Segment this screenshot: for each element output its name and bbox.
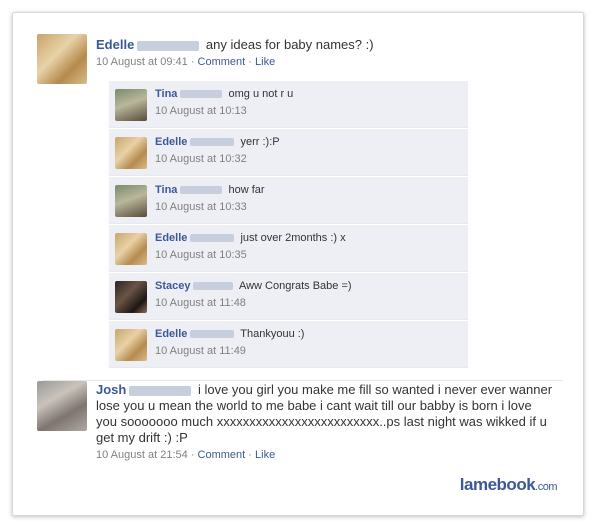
- comment-author[interactable]: Stacey: [155, 280, 190, 292]
- comment-time[interactable]: 10 August at 10:32: [155, 153, 247, 165]
- tina-avatar[interactable]: [115, 89, 147, 121]
- blurred-surname: [190, 138, 235, 147]
- post2-author[interactable]: Josh: [96, 382, 126, 397]
- meta-separator: ·: [248, 56, 252, 68]
- post2-body: Josh i love you girl you make me fill so…: [96, 382, 556, 446]
- comment-time[interactable]: 10 August at 10:35: [155, 249, 247, 261]
- stacey-avatar[interactable]: [115, 281, 147, 313]
- post-time[interactable]: 10 August at 09:41: [96, 56, 188, 68]
- edelle-avatar[interactable]: [115, 233, 147, 265]
- divider: [43, 380, 563, 381]
- comment-item: Tina omg u not r u 10 August at 10:13: [109, 81, 468, 128]
- comment-item: Stacey Aww Congrats Babe =) 10 August at…: [109, 273, 468, 320]
- comment-text: yerr :):P: [240, 136, 280, 148]
- lamebook-watermark: lamebook.com: [459, 475, 558, 495]
- comment-author[interactable]: Tina: [155, 184, 177, 196]
- edelle-avatar[interactable]: [115, 329, 147, 361]
- comment-author[interactable]: Edelle: [155, 136, 187, 148]
- tina-avatar[interactable]: [115, 185, 147, 217]
- blurred-surname: [180, 186, 223, 195]
- comment-author[interactable]: Edelle: [155, 232, 187, 244]
- comment-link[interactable]: Comment: [198, 449, 246, 461]
- like-link[interactable]: Like: [255, 449, 275, 461]
- post-author[interactable]: Edelle: [96, 37, 134, 52]
- post2-time[interactable]: 10 August at 21:54: [96, 449, 188, 461]
- comment-text: just over 2months :) x: [240, 232, 346, 244]
- comment-item: Tina how far 10 August at 10:33: [109, 177, 468, 224]
- comment-text: how far: [228, 184, 265, 196]
- comment-time[interactable]: 10 August at 10:33: [155, 201, 247, 213]
- comment-time[interactable]: 10 August at 11:48: [155, 297, 246, 309]
- post-meta: 10 August at 09:41 · Comment · Like: [96, 56, 275, 68]
- post2-meta: 10 August at 21:54 · Comment · Like: [96, 449, 275, 461]
- watermark-tld: .com: [535, 481, 557, 493]
- edelle-avatar[interactable]: [37, 34, 87, 84]
- watermark-brand: lamebook: [459, 475, 536, 494]
- blurred-surname: [190, 234, 235, 243]
- comment-item: Edelle just over 2months :) x 10 August …: [109, 225, 468, 272]
- screenshot-card: Edelle any ideas for baby names? :) 10 A…: [12, 12, 584, 516]
- like-link[interactable]: Like: [255, 56, 275, 68]
- post-header: Edelle any ideas for baby names? :): [96, 37, 566, 52]
- josh-avatar[interactable]: [37, 381, 87, 431]
- meta-separator: ·: [248, 449, 252, 461]
- comment-text: Thankyouu :): [240, 328, 305, 340]
- blurred-surname: [190, 330, 235, 339]
- blurred-surname: [137, 40, 200, 51]
- comment-text: omg u not r u: [228, 88, 294, 100]
- comment-author[interactable]: Edelle: [155, 328, 187, 340]
- comment-text: Aww Congrats Babe =): [238, 280, 352, 292]
- comment-item: Edelle yerr :):P 10 August at 10:32: [109, 129, 468, 176]
- comment-time[interactable]: 10 August at 10:13: [155, 105, 247, 117]
- post-text: any ideas for baby names? :): [205, 37, 374, 52]
- comment-author[interactable]: Tina: [155, 88, 177, 100]
- comment-time[interactable]: 10 August at 11:49: [155, 345, 246, 357]
- meta-separator: ·: [190, 449, 195, 461]
- meta-separator: ·: [190, 56, 195, 68]
- comment-link[interactable]: Comment: [198, 56, 246, 68]
- edelle-avatar[interactable]: [115, 137, 147, 169]
- blurred-surname: [193, 282, 234, 291]
- blurred-surname: [180, 90, 223, 99]
- blurred-surname: [129, 385, 192, 396]
- comment-item: Edelle Thankyouu :) 10 August at 11:49: [109, 321, 468, 368]
